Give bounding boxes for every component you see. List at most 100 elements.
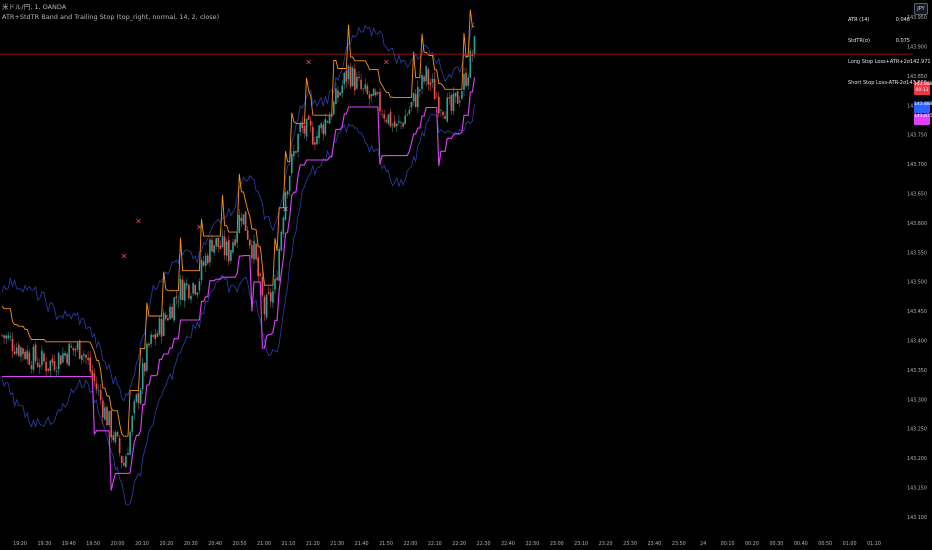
cross-marker: × <box>120 252 127 261</box>
candle-body <box>328 115 331 124</box>
candle-body <box>364 84 367 90</box>
chart-canvas[interactable]: 143.950143.900143.850143.800143.750143.7… <box>0 0 932 550</box>
candle-body <box>156 333 159 337</box>
candle-body <box>152 335 154 337</box>
candle-body <box>30 365 33 369</box>
candle-body <box>303 125 306 134</box>
cross-marker: × <box>282 205 289 214</box>
candle-body <box>34 344 37 362</box>
time-axis-label: 19:40 <box>62 541 76 547</box>
time-axis-label: 24 <box>700 541 706 547</box>
candle-body <box>442 111 444 116</box>
candle-body <box>379 91 381 112</box>
candle-body <box>72 347 75 351</box>
candle-body <box>452 93 455 112</box>
candle-body <box>5 335 7 339</box>
candle-body <box>215 238 217 247</box>
candle-body <box>217 237 220 247</box>
price-axis-label: 143.350 <box>907 368 927 374</box>
candle-body <box>123 462 125 466</box>
candle-body <box>293 151 295 157</box>
time-axis-label: 22:40 <box>501 541 515 547</box>
stats-value: 142.971 <box>909 58 931 65</box>
candle-body <box>456 91 459 104</box>
candle-body <box>20 347 22 357</box>
price-axis-label: 143.150 <box>907 485 927 491</box>
time-axis-label: 00:40 <box>794 541 808 547</box>
candle-body <box>53 360 56 371</box>
price-axis-label: 143.100 <box>907 515 927 521</box>
candle-body <box>408 109 411 114</box>
time-axis-label: 20:00 <box>111 541 125 547</box>
candle-body <box>257 257 259 277</box>
candle-body <box>171 306 173 319</box>
candle-body <box>219 245 222 249</box>
candle-body <box>238 214 241 233</box>
short-stop-tag: 143.875 <box>914 114 932 125</box>
candle-body <box>221 236 224 248</box>
currency-button[interactable]: JPY <box>914 3 928 15</box>
candle-body <box>347 65 350 80</box>
candle-body <box>259 273 262 276</box>
candle-body <box>112 435 115 441</box>
candle-body <box>236 232 238 243</box>
candle-body <box>211 239 213 252</box>
candle-body <box>406 114 409 116</box>
candle-body <box>276 277 278 281</box>
candle-body <box>141 363 144 390</box>
candle-body <box>102 400 104 418</box>
stats-row-long-stop: Long Stop Loss +ATR+2σ 142.971 <box>848 51 931 72</box>
symbol-title[interactable]: 米ドル/円, 1, OANDA <box>2 2 219 12</box>
candle-body <box>366 85 369 94</box>
candle-body <box>190 296 192 300</box>
candle-body <box>438 96 440 114</box>
candle-body <box>377 92 379 94</box>
candle-body <box>368 94 371 99</box>
candle-body <box>232 242 234 253</box>
candle-body <box>450 95 453 111</box>
candle-body <box>314 142 316 145</box>
candle-body <box>43 353 45 362</box>
candle-body <box>417 86 419 108</box>
candle-body <box>127 453 129 456</box>
candle-body <box>13 351 16 354</box>
candle-body <box>356 76 358 89</box>
candle-body <box>253 240 255 260</box>
cross-marker: × <box>305 58 312 67</box>
time-axis-label: 21:50 <box>379 541 393 547</box>
time-axis-label: 23:40 <box>647 541 661 547</box>
candle-body <box>312 127 314 145</box>
time-axis-label: 22:10 <box>428 541 442 547</box>
candle-body <box>249 239 251 246</box>
candle-body <box>246 230 249 240</box>
candle-body <box>345 70 348 82</box>
candle-body <box>410 102 413 108</box>
time-axis-label: 20:10 <box>135 541 149 547</box>
candle-body <box>32 346 35 370</box>
candle-body <box>461 91 463 99</box>
candle-body <box>263 296 266 315</box>
candle-body <box>173 297 175 321</box>
candle-body <box>402 122 404 127</box>
candle-body <box>463 74 465 90</box>
price-axis-label: 143.250 <box>907 427 927 433</box>
candle-body <box>175 296 178 299</box>
candle-body <box>158 318 161 335</box>
candle-body <box>41 350 43 366</box>
candle-body <box>137 392 140 403</box>
lower-band-line <box>1 104 475 506</box>
stats-value: 0.046 <box>895 16 910 23</box>
candle-body <box>225 241 228 256</box>
price-axis-label: 143.500 <box>907 280 927 286</box>
time-axis-label: 00:30 <box>769 541 783 547</box>
candle-body <box>333 101 335 115</box>
indicator-title[interactable]: ATR+StdTR Band and Trailing Stop (top_ri… <box>2 12 219 22</box>
candle-body <box>425 66 427 82</box>
candle-body <box>129 431 131 455</box>
time-axis-label: 21:40 <box>355 541 369 547</box>
candle-body <box>322 124 325 135</box>
candle-body <box>280 231 283 251</box>
candle-body <box>295 151 297 153</box>
stats-label: StdTR(σ) <box>848 37 870 44</box>
price-axis-label: 143.200 <box>907 456 927 462</box>
